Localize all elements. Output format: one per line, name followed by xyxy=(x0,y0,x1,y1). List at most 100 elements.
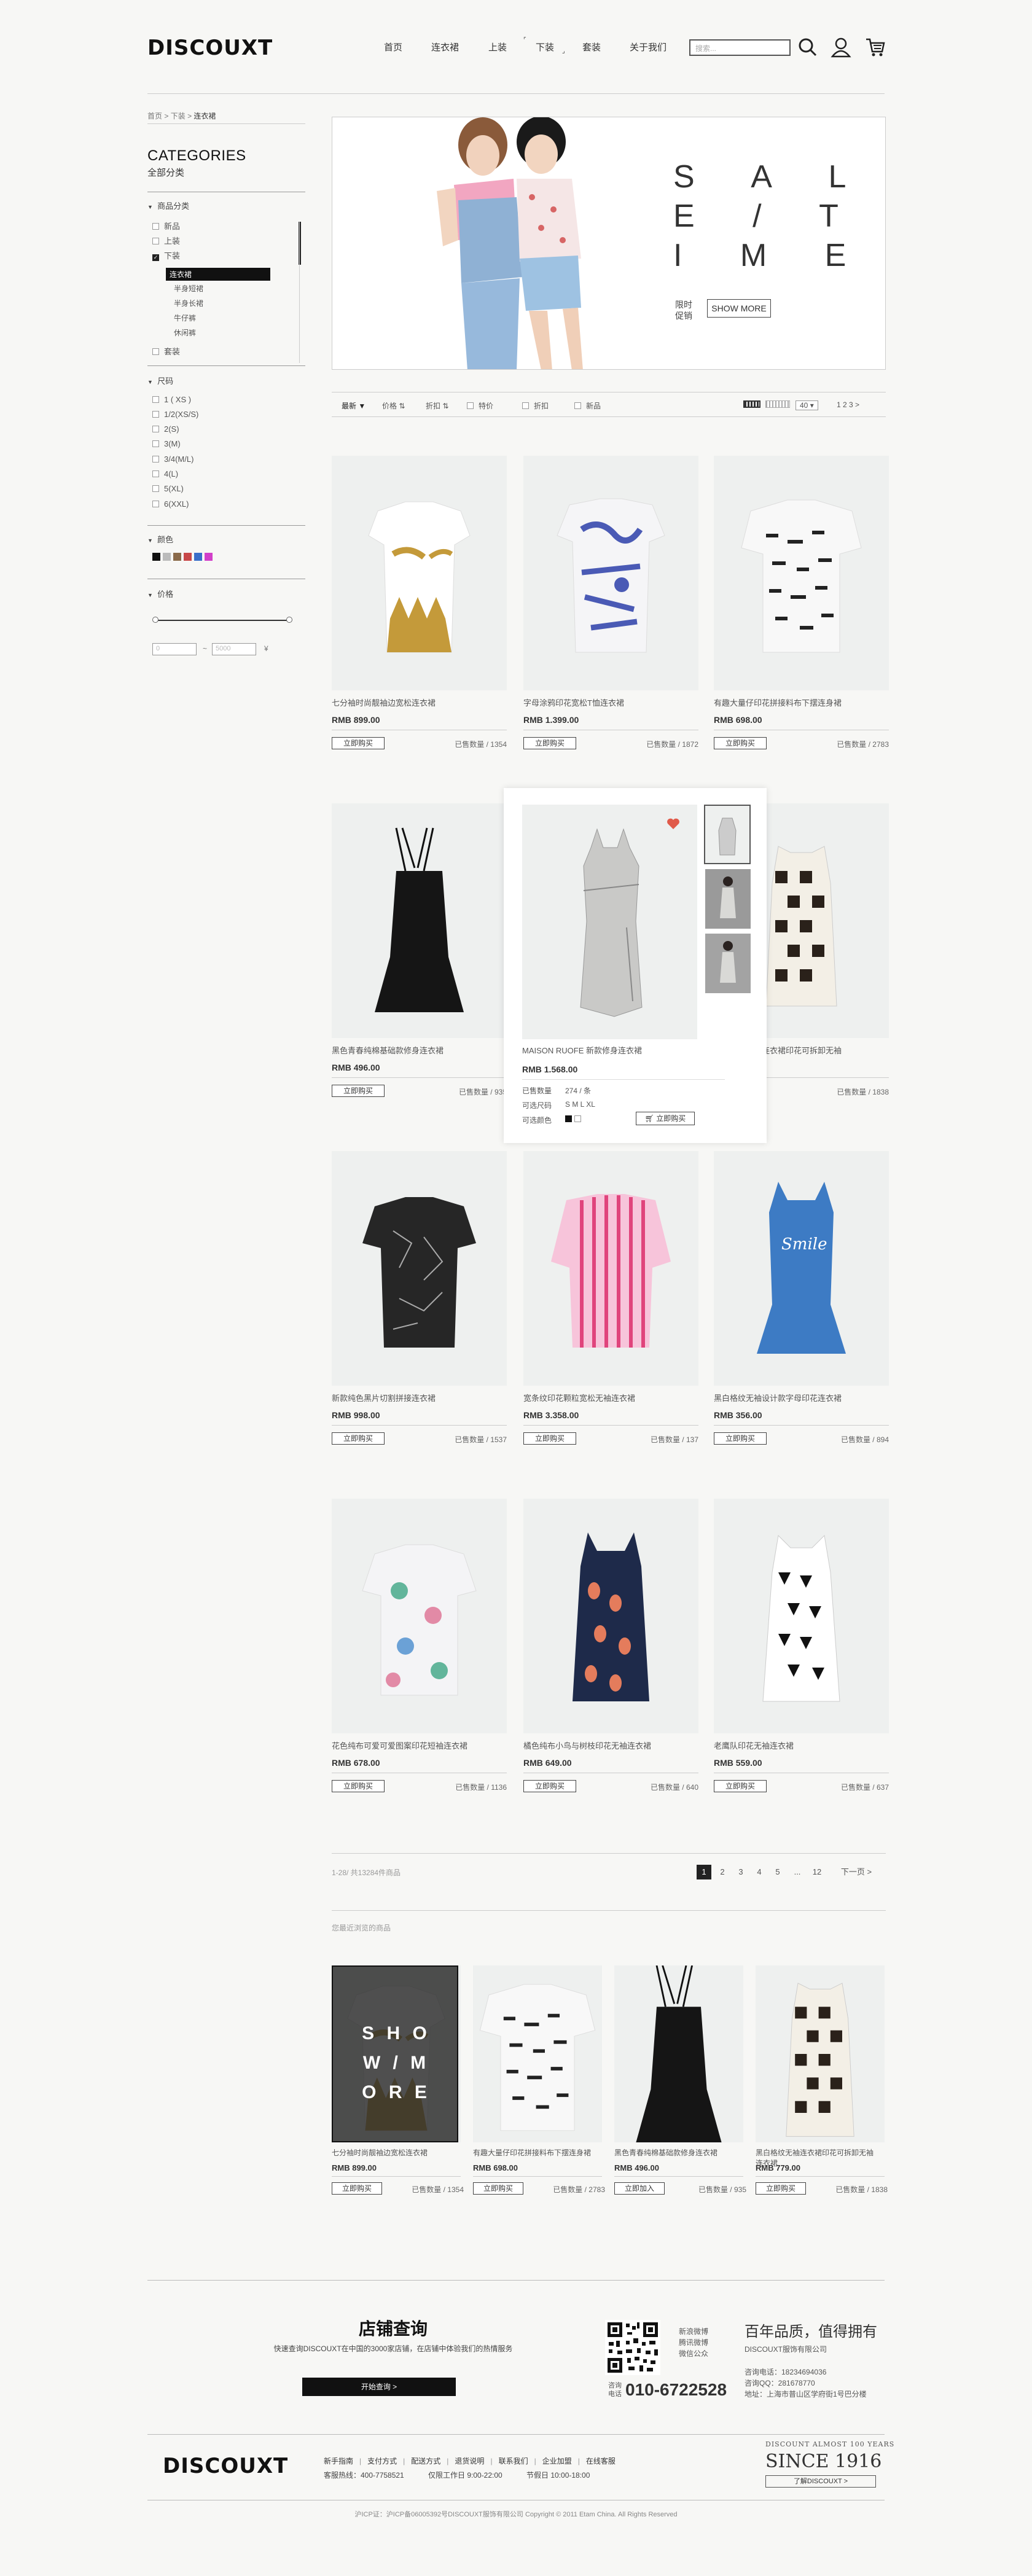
color-swatch-magenta[interactable] xyxy=(205,553,213,561)
toolbar-pages[interactable]: 1 2 3 > xyxy=(837,400,859,409)
recent-show-more-overlay[interactable]: S H OW / MO R E xyxy=(332,1965,458,2142)
quickview-main-image[interactable] xyxy=(522,805,697,1039)
qr-code-icon[interactable] xyxy=(605,2320,660,2375)
recent-product-name[interactable]: 黑色青春纯棉基础款修身连衣裙 xyxy=(614,2147,737,2158)
nav-bottoms[interactable]: 下装 xyxy=(536,41,554,53)
recent-buy-button[interactable]: 立即加入 xyxy=(614,2182,665,2195)
buy-now-button[interactable]: 立即购买 xyxy=(523,1780,576,1792)
size-checkbox[interactable]: 2(S) xyxy=(152,424,179,434)
product-image[interactable] xyxy=(523,1151,698,1386)
page-3[interactable]: 3 xyxy=(733,1865,748,1879)
breadcrumb-home[interactable]: 首页 xyxy=(147,112,162,120)
nav-tops[interactable]: 上装 xyxy=(488,41,507,53)
product-name[interactable]: 黑白格纹无袖设计款字母印花连衣裙 xyxy=(714,1392,842,1403)
nav-home[interactable]: 首页 xyxy=(384,41,402,53)
show-more-button[interactable]: SHOW MORE xyxy=(707,299,771,318)
footer-link[interactable]: 联系我们 xyxy=(499,2457,528,2465)
price-slider-track[interactable] xyxy=(155,620,290,621)
buy-now-button[interactable]: 立即购买 xyxy=(332,1085,385,1097)
filter-special[interactable]: 特价 xyxy=(467,400,493,411)
store-finder-button[interactable]: 开始查询 > xyxy=(302,2378,456,2396)
color-swatch-black[interactable] xyxy=(152,553,160,561)
size-checkbox[interactable]: 1 ( XS ) xyxy=(152,395,191,404)
color-swatch-blue[interactable] xyxy=(194,553,202,561)
social-weibo-link[interactable]: 新浪微博 xyxy=(679,2326,708,2337)
nav-about[interactable]: 关于我们 xyxy=(630,41,666,53)
category-heading[interactable]: ▼ 商品分类 xyxy=(147,200,189,211)
price-max-input[interactable]: 5000 xyxy=(212,643,256,655)
recent-product-image[interactable] xyxy=(473,1965,602,2142)
category-checkbox[interactable]: 新品 xyxy=(152,220,180,232)
breadcrumb-bottoms[interactable]: 下装 xyxy=(171,112,186,120)
sort-price[interactable]: 价格 ⇅ xyxy=(382,400,405,411)
product-image[interactable] xyxy=(714,456,889,690)
category-checkbox[interactable]: 上装 xyxy=(152,235,180,246)
quickview-buy-button[interactable]: 🛒︎ 立即购买 xyxy=(636,1112,695,1125)
sort-newest[interactable]: 最新 ▼ xyxy=(342,400,366,411)
buy-now-button[interactable]: 立即购买 xyxy=(332,737,385,749)
quickview-thumb[interactable] xyxy=(705,934,751,993)
buy-now-button[interactable]: 立即购买 xyxy=(332,1432,385,1445)
buy-now-button[interactable]: 立即购买 xyxy=(714,1780,767,1792)
recent-buy-button[interactable]: 立即购买 xyxy=(473,2182,523,2195)
quickview-thumb[interactable] xyxy=(705,869,751,929)
buy-now-button[interactable]: 立即购买 xyxy=(714,737,767,749)
page-4[interactable]: 4 xyxy=(752,1865,767,1879)
color-swatch-red[interactable] xyxy=(184,553,192,561)
color-heading[interactable]: ▼ 颜色 xyxy=(147,533,173,545)
next-page-button[interactable]: 下一页 > xyxy=(838,1865,875,1879)
product-name[interactable]: 花色纯布可爱可爱图案印花短袖连衣裙 xyxy=(332,1739,467,1751)
subcategory-item[interactable]: 半身短裙 xyxy=(174,283,203,294)
recent-product-image[interactable] xyxy=(756,1965,885,2142)
product-image[interactable] xyxy=(332,456,507,690)
buy-now-button[interactable]: 立即购买 xyxy=(714,1432,767,1445)
product-image[interactable] xyxy=(332,1151,507,1386)
size-checkbox[interactable]: 4(L) xyxy=(152,469,178,478)
size-checkbox[interactable]: 6(XXL) xyxy=(152,499,189,509)
subcategory-item[interactable]: 牛仔裤 xyxy=(174,313,196,323)
size-heading[interactable]: ▼ 尺码 xyxy=(147,375,173,386)
color-swatch-brown[interactable] xyxy=(173,553,181,561)
product-name[interactable]: 七分袖时尚靓袖边宽松连衣裙 xyxy=(332,697,436,708)
price-slider-min-handle[interactable] xyxy=(152,617,158,623)
page-2[interactable]: 2 xyxy=(715,1865,730,1879)
search-input[interactable]: 搜索... xyxy=(689,39,791,56)
recent-product-name[interactable]: 七分袖时尚靓袖边宽松连衣裙 xyxy=(332,2147,455,2158)
quickview-sizes[interactable]: S M L XL xyxy=(565,1100,595,1109)
page-5[interactable]: 5 xyxy=(770,1865,785,1879)
subcategory-item[interactable]: 半身长裙 xyxy=(174,298,203,308)
size-checkbox[interactable]: 3/4(M/L) xyxy=(152,455,194,464)
site-logo[interactable]: DISCOUXT xyxy=(147,36,273,60)
social-tencent-link[interactable]: 腾讯微博 xyxy=(679,2337,708,2348)
sort-discount[interactable]: 折扣 ⇅ xyxy=(426,400,448,411)
price-slider-max-handle[interactable] xyxy=(286,617,292,623)
footer-link[interactable]: 新手指南 xyxy=(324,2457,353,2465)
product-name[interactable]: 橘色纯布小鸟与树枝印花无袖连衣裙 xyxy=(523,1739,651,1751)
product-name[interactable]: 新款纯色黑片切割拼接连衣裙 xyxy=(332,1392,436,1403)
favorite-heart-icon[interactable] xyxy=(666,818,680,830)
footer-link[interactable]: 配送方式 xyxy=(411,2457,440,2465)
product-name[interactable]: 黑色青春纯棉基础款修身连衣裙 xyxy=(332,1044,444,1056)
view-grid-icon[interactable] xyxy=(743,400,760,410)
recent-product-image[interactable] xyxy=(614,1965,743,2142)
product-image[interactable] xyxy=(523,1499,698,1733)
buy-now-button[interactable]: 立即购买 xyxy=(332,1780,385,1792)
page-12[interactable]: 12 xyxy=(810,1865,824,1879)
footer-link[interactable]: 企业加盟 xyxy=(542,2457,572,2465)
cart-icon[interactable] xyxy=(865,37,886,58)
subcategory-item-selected[interactable]: 连衣裙 xyxy=(166,268,270,281)
quickview-color-white[interactable] xyxy=(574,1115,581,1122)
social-wechat-link[interactable]: 微信公众 xyxy=(679,2348,708,2359)
per-page-select[interactable]: 40 ▾ xyxy=(796,400,818,410)
size-checkbox[interactable]: 1/2(XS/S) xyxy=(152,410,198,419)
buy-now-button[interactable]: 立即购买 xyxy=(523,737,576,749)
product-image[interactable] xyxy=(332,803,507,1038)
recent-buy-button[interactable]: 立即购买 xyxy=(756,2182,806,2195)
product-name[interactable]: 字母涂鸦印花宽松T恤连衣裙 xyxy=(523,697,624,708)
product-image[interactable] xyxy=(332,1499,507,1733)
quickview-name[interactable]: MAISON RUOFE 新款修身连衣裙 xyxy=(522,1044,642,1056)
scrollbar-track[interactable] xyxy=(299,222,300,363)
color-swatch-gray[interactable] xyxy=(163,553,171,561)
product-quickview-card[interactable]: MAISON RUOFE 新款修身连衣裙 RMB 1.568.00 已售数量 2… xyxy=(504,788,767,1143)
nav-dresses[interactable]: 连衣裙 xyxy=(431,41,459,53)
